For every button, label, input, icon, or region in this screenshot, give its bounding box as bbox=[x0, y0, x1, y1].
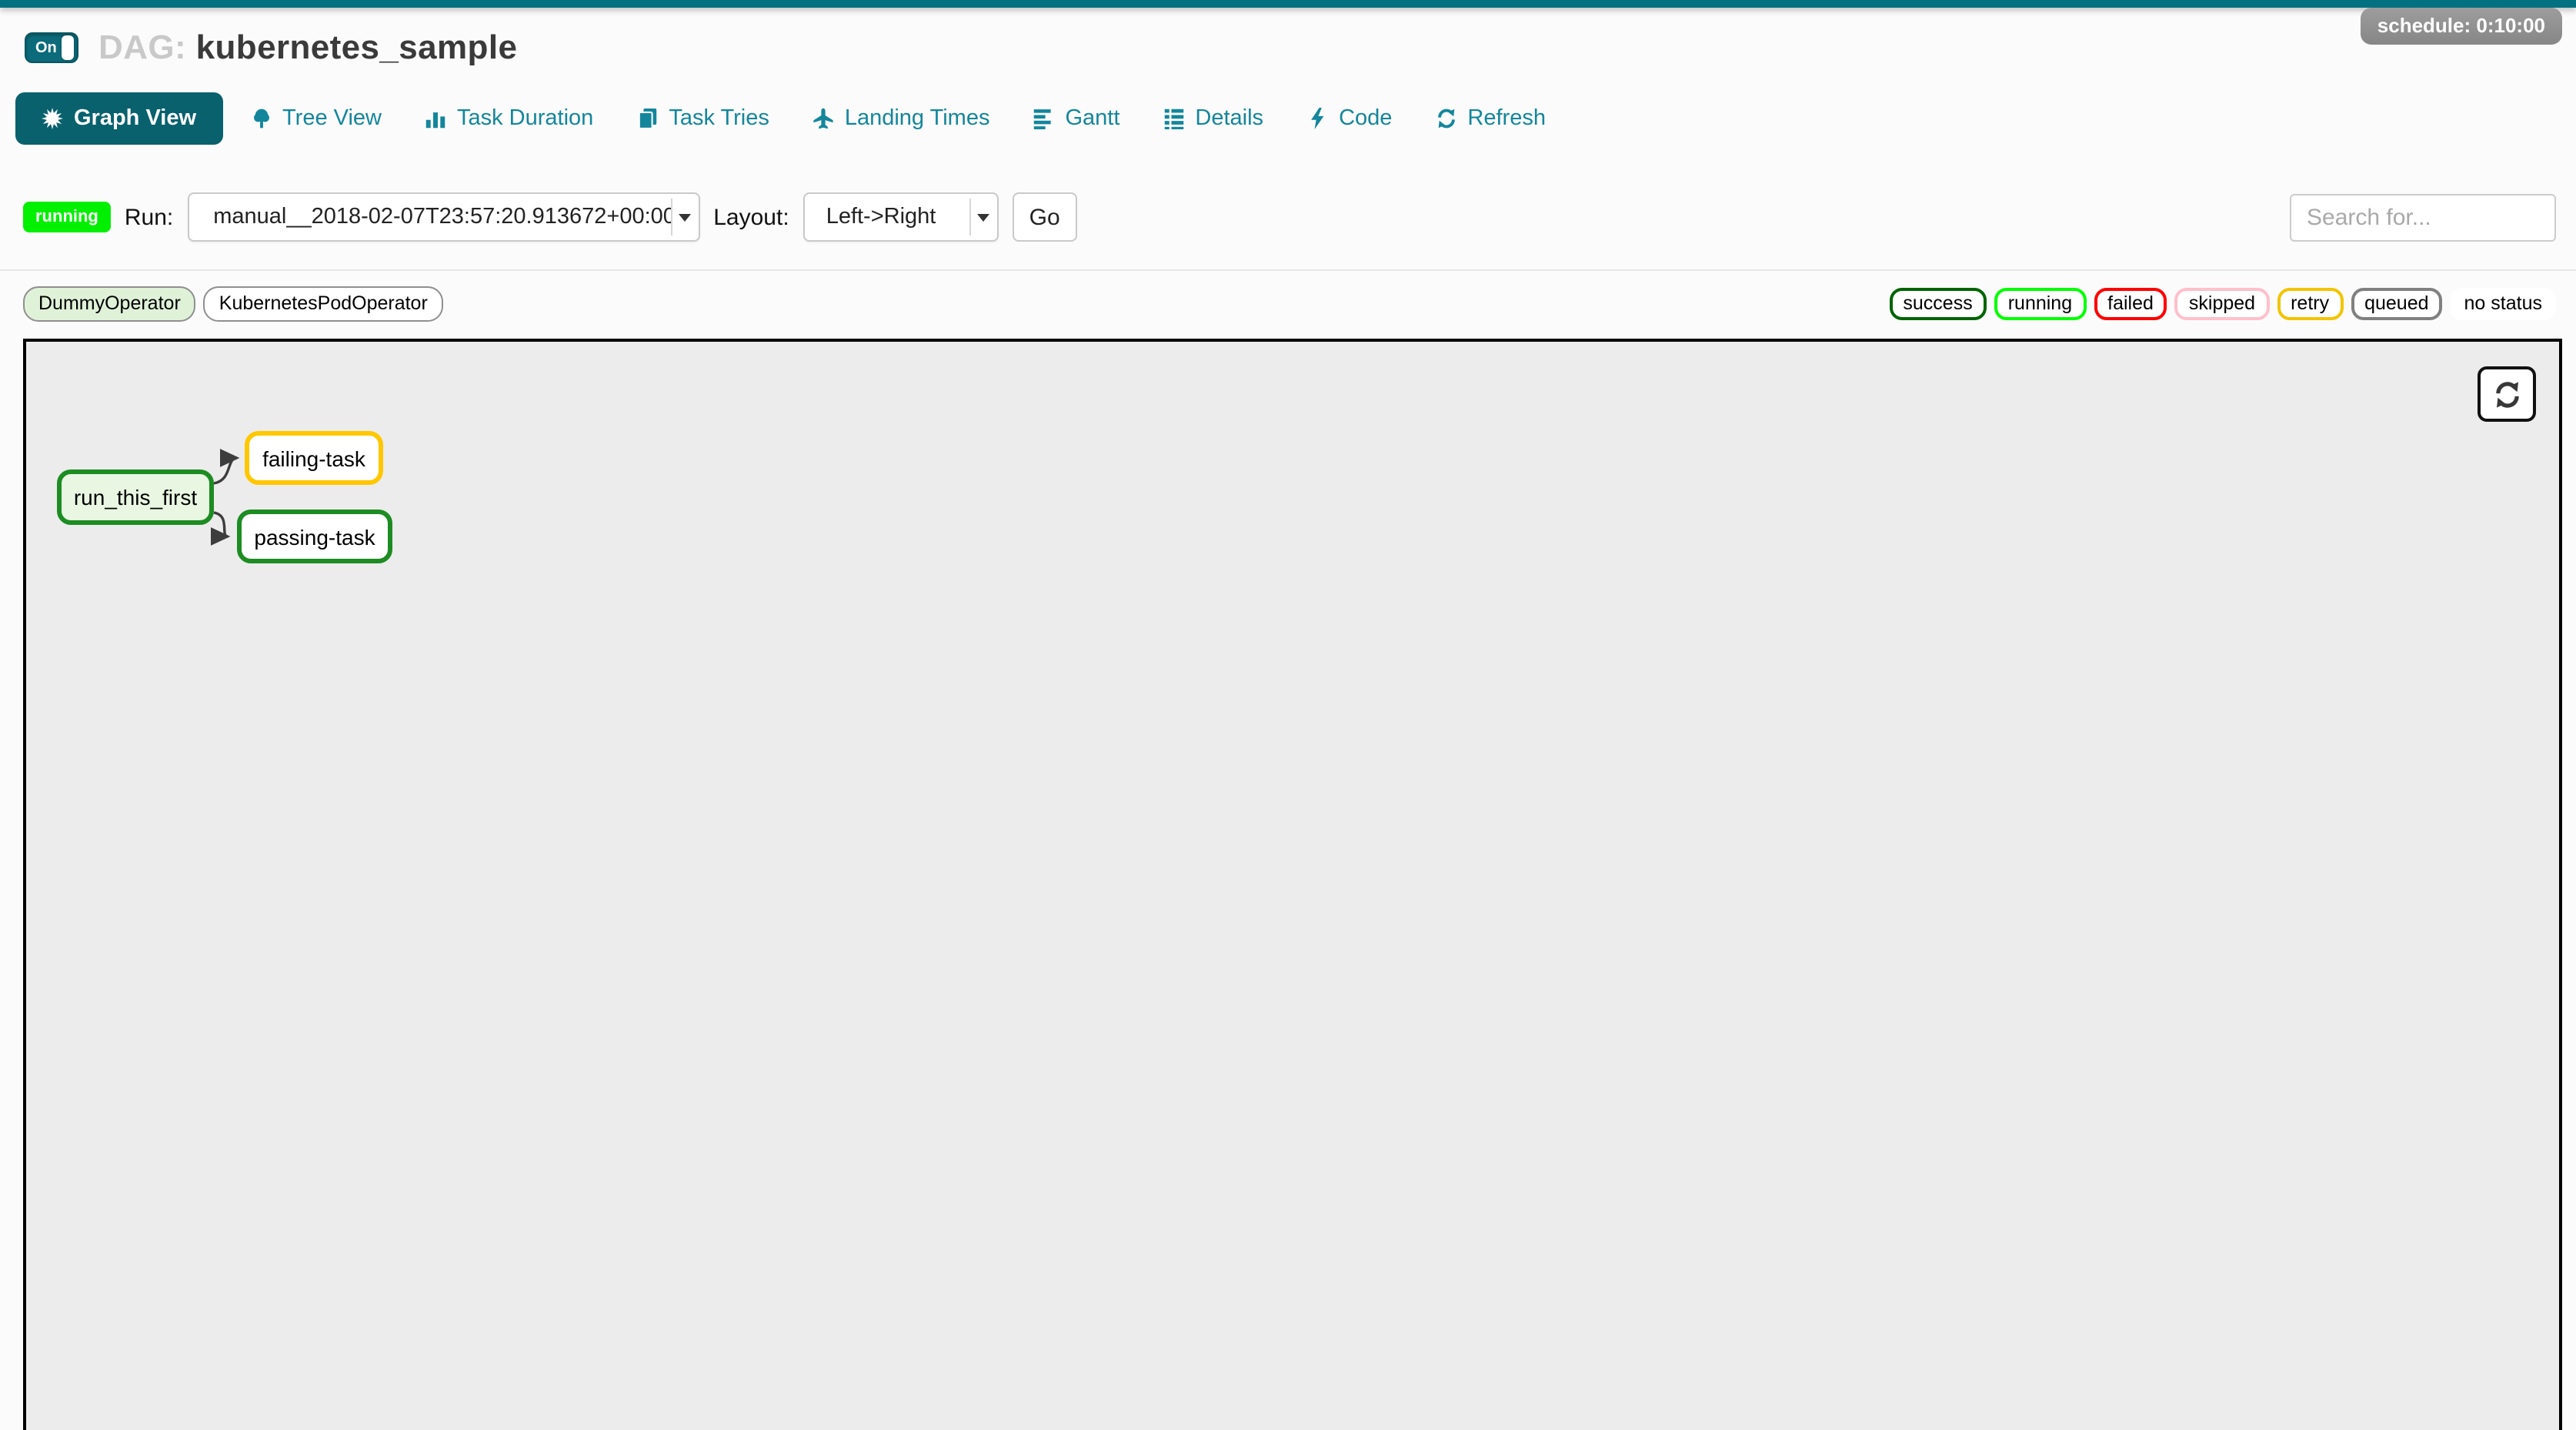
run-label: Run: bbox=[125, 204, 173, 230]
copy-icon bbox=[636, 108, 658, 129]
layout-select[interactable]: Left->Right bbox=[803, 192, 999, 242]
task-node-run-this-first[interactable]: run_this_first bbox=[57, 469, 214, 525]
task-node-failing-task[interactable]: failing-task bbox=[245, 431, 383, 485]
edge-run-to-failing bbox=[214, 458, 237, 483]
graph-canvas[interactable]: run_this_first failing-task passing-task bbox=[23, 339, 2562, 1430]
status-success: success bbox=[1889, 288, 1986, 320]
tab-tree-view[interactable]: Tree View bbox=[229, 94, 403, 143]
list-icon bbox=[1163, 108, 1184, 129]
dag-title-prefix: DAG: bbox=[98, 28, 186, 66]
bar-chart-icon bbox=[425, 108, 446, 129]
tab-gantt[interactable]: Gantt bbox=[1011, 94, 1141, 143]
tab-label: Landing Times bbox=[845, 106, 990, 131]
schedule-badge: schedule: 0:10:00 bbox=[2361, 8, 2562, 45]
toggle-knob bbox=[62, 35, 74, 60]
dag-pause-toggle[interactable]: On bbox=[25, 32, 78, 63]
refresh-icon bbox=[2492, 379, 2521, 409]
tab-code[interactable]: Code bbox=[1285, 94, 1413, 143]
tab-task-duration[interactable]: Task Duration bbox=[403, 94, 615, 143]
go-button[interactable]: Go bbox=[1013, 192, 1077, 242]
chevron-down-icon bbox=[672, 213, 698, 221]
airflow-graph-view-page: schedule: 0:10:00 On DAG: kubernetes_sam… bbox=[0, 0, 2576, 1430]
tab-label: Task Duration bbox=[457, 106, 593, 131]
tab-graph-view[interactable]: Graph View bbox=[15, 92, 222, 145]
legend-operator-dummy: DummyOperator bbox=[23, 286, 196, 322]
status-failed: failed bbox=[2094, 288, 2167, 320]
bolt-icon bbox=[1306, 108, 1328, 129]
task-node-passing-task[interactable]: passing-task bbox=[237, 510, 392, 563]
tab-landing-times[interactable]: Landing Times bbox=[791, 94, 1012, 143]
dag-pause-toggle-label: On bbox=[35, 39, 57, 56]
plane-icon bbox=[813, 108, 834, 129]
layout-label: Layout: bbox=[713, 204, 789, 230]
status-no-status: no status bbox=[2451, 288, 2556, 320]
refresh-icon bbox=[1435, 108, 1457, 129]
run-controls: running Run: manual__2018-02-07T23:57:20… bbox=[0, 192, 2576, 242]
dag-title-name: kubernetes_sample bbox=[196, 28, 518, 66]
sunburst-icon bbox=[42, 108, 63, 129]
run-select[interactable]: manual__2018-02-07T23:57:20.913672+00:00 bbox=[187, 192, 699, 242]
page-title: DAG: kubernetes_sample bbox=[98, 28, 517, 68]
status-legend: success running failed skipped retry que… bbox=[1889, 288, 2556, 320]
tree-icon bbox=[250, 108, 272, 129]
status-running: running bbox=[1994, 288, 2086, 320]
tab-label: Code bbox=[1339, 106, 1392, 131]
chevron-down-icon bbox=[971, 213, 997, 221]
edge-run-to-passing bbox=[214, 513, 228, 536]
align-left-icon bbox=[1033, 108, 1054, 129]
tab-details[interactable]: Details bbox=[1141, 94, 1285, 143]
dag-edges bbox=[26, 342, 2565, 1430]
tab-label: Tree View bbox=[282, 106, 382, 131]
search-input[interactable] bbox=[2290, 193, 2556, 241]
status-queued: queued bbox=[2351, 288, 2442, 320]
view-tabs: Graph View Tree View Task Duration Task … bbox=[0, 74, 2576, 145]
tab-task-tries[interactable]: Task Tries bbox=[615, 94, 791, 143]
status-retry: retry bbox=[2277, 288, 2343, 320]
status-skipped: skipped bbox=[2175, 288, 2269, 320]
tab-refresh[interactable]: Refresh bbox=[1413, 94, 1567, 143]
tab-label: Refresh bbox=[1467, 106, 1546, 131]
tab-label: Graph View bbox=[74, 106, 196, 131]
tab-label: Gantt bbox=[1065, 106, 1119, 131]
canvas-refresh-button[interactable] bbox=[2478, 366, 2536, 422]
legend-row: DummyOperator KubernetesPodOperator succ… bbox=[0, 271, 2576, 322]
run-select-value: manual__2018-02-07T23:57:20.913672+00:00 bbox=[189, 205, 670, 229]
legend-operator-kubernetespod: KubernetesPodOperator bbox=[204, 286, 443, 322]
tab-label: Task Tries bbox=[669, 106, 769, 131]
layout-select-value: Left->Right bbox=[805, 205, 969, 229]
tab-label: Details bbox=[1195, 106, 1263, 131]
dag-header: On DAG: kubernetes_sample bbox=[0, 8, 2576, 74]
top-accent-bar bbox=[0, 0, 2576, 8]
run-state-badge: running bbox=[23, 202, 111, 232]
